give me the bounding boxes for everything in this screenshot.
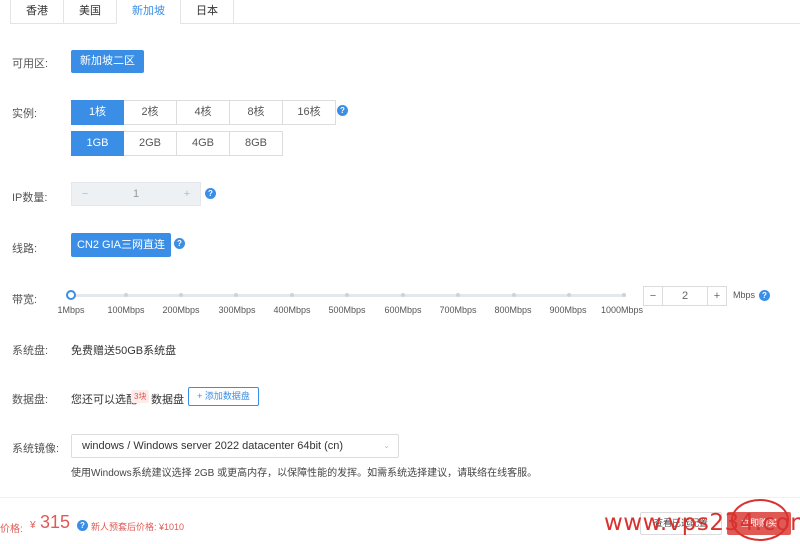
- data-disk-label: 数据盘:: [12, 394, 49, 406]
- zone-button[interactable]: 新加坡二区: [71, 50, 144, 73]
- instance-label: 实例:: [12, 108, 38, 120]
- bandwidth-tick: 800Mbps: [494, 305, 532, 315]
- bandwidth-label: 带宽:: [12, 294, 38, 306]
- line-button[interactable]: CN2 GIA三网直连: [71, 233, 171, 257]
- memory-option-2gb[interactable]: 2GB: [124, 131, 177, 156]
- ip-count-label: IP数量:: [12, 192, 48, 204]
- bandwidth-tick: 700Mbps: [439, 305, 477, 315]
- cpu-selector: 1核 2核 4核 8核 16核: [71, 100, 336, 125]
- tab-hongkong[interactable]: 香港: [10, 0, 63, 24]
- bandwidth-minus-button[interactable]: −: [643, 286, 663, 306]
- zone-label: 可用区:: [12, 58, 49, 70]
- cpu-help-icon[interactable]: ?: [337, 105, 348, 116]
- bandwidth-tick: 100Mbps: [107, 305, 145, 315]
- system-image-select[interactable]: windows / Windows server 2022 datacenter…: [71, 434, 399, 458]
- bandwidth-tick: 200Mbps: [162, 305, 200, 315]
- price-currency: ¥: [30, 520, 36, 531]
- annotation-circle: [731, 499, 789, 541]
- bandwidth-slider-track[interactable]: [71, 293, 626, 297]
- bandwidth-tick: 300Mbps: [218, 305, 256, 315]
- memory-option-8gb[interactable]: 8GB: [230, 131, 283, 156]
- data-disk-suffix: 数据盘: [151, 394, 184, 406]
- chevron-down-icon: ⌄: [383, 441, 390, 450]
- ip-help-icon[interactable]: ?: [205, 188, 216, 199]
- bandwidth-tick: 1000Mbps: [600, 305, 644, 315]
- bandwidth-slider-handle[interactable]: [66, 290, 76, 300]
- bandwidth-plus-button[interactable]: +: [707, 286, 727, 306]
- tab-usa[interactable]: 美国: [63, 0, 116, 24]
- tab-singapore[interactable]: 新加坡: [116, 0, 180, 24]
- ip-count-stepper: − 1 +: [71, 182, 201, 206]
- system-disk-text: 免费赠送50GB系统盘: [71, 345, 177, 357]
- ip-plus-button[interactable]: +: [174, 183, 200, 205]
- data-disk-prefix: 您还可以选配: [71, 394, 137, 406]
- add-data-disk-button[interactable]: + 添加数据盘: [188, 387, 259, 406]
- data-disk-count-badge: 3块: [131, 390, 150, 403]
- cpu-option-1[interactable]: 1核: [71, 100, 124, 125]
- cpu-option-4[interactable]: 4核: [177, 100, 230, 125]
- bandwidth-help-icon[interactable]: ?: [759, 290, 770, 301]
- cpu-option-16[interactable]: 16核: [283, 100, 336, 125]
- bandwidth-unit: Mbps: [733, 290, 756, 300]
- system-image-selected: windows / Windows server 2022 datacenter…: [82, 440, 344, 452]
- bandwidth-value-input[interactable]: 2: [662, 286, 708, 306]
- cpu-option-2[interactable]: 2核: [124, 100, 177, 125]
- price-label: 价格:: [0, 524, 23, 535]
- bandwidth-tick: 400Mbps: [273, 305, 311, 315]
- memory-option-1gb[interactable]: 1GB: [71, 131, 124, 156]
- cpu-option-8[interactable]: 8核: [230, 100, 283, 125]
- line-label: 线路:: [12, 243, 38, 255]
- price-help-icon[interactable]: ?: [77, 520, 88, 531]
- ip-count-value[interactable]: 1: [98, 183, 174, 205]
- memory-option-4gb[interactable]: 4GB: [177, 131, 230, 156]
- system-image-hint: 使用Windows系统建议选择 2GB 或更高内存，以保障性能的发挥。如需系统选…: [71, 468, 538, 479]
- system-image-label: 系统镜像:: [12, 443, 60, 455]
- bandwidth-tick: 900Mbps: [549, 305, 587, 315]
- memory-selector: 1GB 2GB 4GB 8GB: [71, 131, 283, 156]
- bandwidth-tick: 1Mbps: [57, 305, 85, 315]
- tab-japan[interactable]: 日本: [180, 0, 234, 24]
- region-tabs: 香港 美国 新加坡 日本: [10, 0, 800, 24]
- renew-price-text: 新人预套后价格: ¥1010: [91, 522, 185, 532]
- line-help-icon[interactable]: ?: [174, 238, 185, 249]
- ip-minus-button[interactable]: −: [72, 183, 98, 205]
- price-value: 315: [40, 512, 71, 532]
- bandwidth-tick: 500Mbps: [328, 305, 366, 315]
- system-disk-label: 系统盘:: [12, 345, 49, 357]
- bandwidth-tick: 600Mbps: [384, 305, 422, 315]
